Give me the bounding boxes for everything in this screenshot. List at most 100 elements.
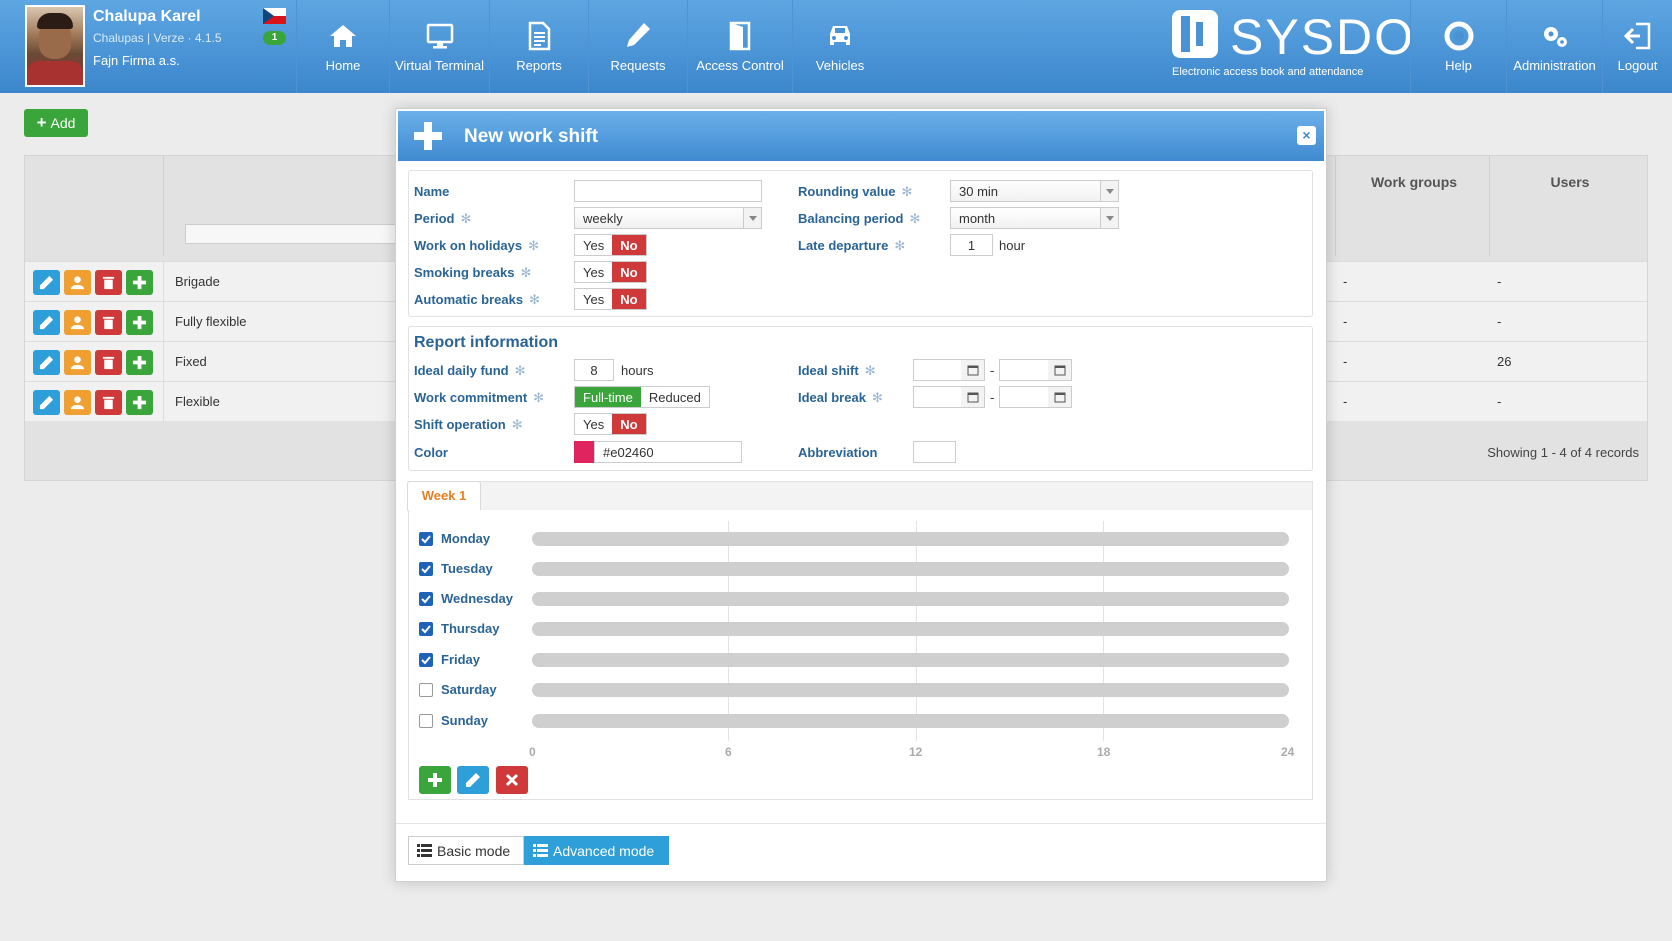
row-work-groups: - bbox=[1343, 314, 1348, 329]
ideal-shift-to-input[interactable] bbox=[999, 359, 1050, 381]
day-saturday[interactable]: Saturday bbox=[419, 682, 497, 697]
nav-help[interactable]: Help bbox=[1410, 0, 1506, 93]
nav-administration-label: Administration bbox=[1513, 58, 1596, 73]
add-sub-button[interactable] bbox=[126, 270, 153, 295]
add-sub-button[interactable] bbox=[126, 310, 153, 335]
rounding-value-select[interactable]: 30 min bbox=[950, 180, 1119, 202]
checkbox[interactable] bbox=[419, 591, 433, 606]
color-input[interactable]: #e02460 bbox=[594, 441, 742, 463]
day-wednesday[interactable]: Wednesday bbox=[419, 591, 513, 606]
timeline-bar[interactable] bbox=[532, 683, 1289, 697]
users-button[interactable] bbox=[64, 350, 91, 375]
delete-button[interactable] bbox=[95, 390, 122, 415]
timeline-bar[interactable] bbox=[532, 592, 1289, 606]
delete-button[interactable] bbox=[95, 350, 122, 375]
ideal-shift-from-input[interactable] bbox=[913, 359, 963, 381]
balancing-period-label: Balancing period ✻ bbox=[798, 211, 921, 226]
axis-tick: 24 bbox=[1281, 745, 1295, 759]
work-commitment-toggle[interactable]: Full-time Reduced bbox=[574, 386, 710, 408]
filter-input[interactable] bbox=[185, 224, 405, 244]
day-thursday[interactable]: Thursday bbox=[419, 621, 500, 636]
column-work-groups[interactable]: Work groups bbox=[1339, 174, 1489, 190]
timeline-bar[interactable] bbox=[532, 532, 1289, 546]
timeline-bar[interactable] bbox=[532, 562, 1289, 576]
edit-button[interactable] bbox=[33, 350, 60, 375]
tab-week-1[interactable]: Week 1 bbox=[407, 481, 481, 511]
add-interval-button[interactable] bbox=[419, 766, 451, 794]
czech-flag-icon[interactable] bbox=[263, 8, 286, 24]
edit-button[interactable] bbox=[33, 390, 60, 415]
day-friday[interactable]: Friday bbox=[419, 652, 480, 667]
checkbox[interactable] bbox=[419, 621, 433, 636]
nav-help-label: Help bbox=[1445, 58, 1472, 73]
avatar[interactable] bbox=[25, 5, 85, 87]
pencil-icon bbox=[39, 275, 54, 290]
checkbox[interactable] bbox=[419, 652, 433, 667]
records-count: Showing 1 - 4 of 4 records bbox=[1487, 445, 1639, 460]
notification-badge[interactable]: 1 bbox=[263, 31, 286, 45]
period-select[interactable]: weekly bbox=[574, 207, 762, 229]
calendar-icon[interactable] bbox=[961, 386, 985, 408]
nav-home[interactable]: Home bbox=[296, 0, 389, 93]
users-button[interactable] bbox=[64, 390, 91, 415]
name-input[interactable] bbox=[574, 180, 762, 202]
plus-icon bbox=[132, 395, 147, 410]
nav-logout[interactable]: Logout bbox=[1602, 0, 1672, 93]
brand-logo: SYSDO Electronic access book and attenda… bbox=[1168, 8, 1413, 88]
pencil-icon bbox=[627, 23, 650, 47]
calendar-icon[interactable] bbox=[961, 359, 985, 381]
delete-interval-button[interactable] bbox=[496, 766, 528, 794]
day-monday[interactable]: Monday bbox=[419, 531, 490, 546]
timeline-bar[interactable] bbox=[532, 622, 1289, 636]
edit-button[interactable] bbox=[33, 270, 60, 295]
nav-virtual-terminal[interactable]: Virtual Terminal bbox=[389, 0, 489, 93]
row-users: - bbox=[1497, 274, 1502, 289]
nav-administration[interactable]: Administration bbox=[1506, 0, 1602, 93]
calendar-icon[interactable] bbox=[1048, 386, 1072, 408]
divider bbox=[396, 823, 1326, 824]
timeline-bar[interactable] bbox=[532, 653, 1289, 667]
delete-button[interactable] bbox=[95, 310, 122, 335]
add-sub-button[interactable] bbox=[126, 390, 153, 415]
color-swatch[interactable] bbox=[574, 441, 594, 463]
users-button[interactable] bbox=[64, 270, 91, 295]
nav-vehicles[interactable]: Vehicles bbox=[792, 0, 887, 93]
pencil-icon bbox=[466, 773, 480, 787]
delete-button[interactable] bbox=[95, 270, 122, 295]
shift-operation-toggle[interactable]: Yes No bbox=[574, 413, 647, 435]
day-tuesday[interactable]: Tuesday bbox=[419, 561, 493, 576]
nav-requests[interactable]: Requests bbox=[588, 0, 687, 93]
late-departure-input[interactable]: 1 bbox=[950, 234, 993, 256]
chevron-down-icon bbox=[743, 208, 761, 228]
automatic-breaks-label: Automatic breaks ✻ bbox=[414, 292, 540, 307]
column-users[interactable]: Users bbox=[1493, 174, 1647, 190]
nav-reports[interactable]: Reports bbox=[489, 0, 588, 93]
day-sunday[interactable]: Sunday bbox=[419, 713, 488, 728]
row-work-groups: - bbox=[1343, 394, 1348, 409]
dialog-header[interactable]: New work shift × bbox=[398, 111, 1324, 161]
add-sub-button[interactable] bbox=[126, 350, 153, 375]
advanced-mode-button[interactable]: Advanced mode bbox=[524, 836, 669, 865]
nav-access-control[interactable]: Access Control bbox=[687, 0, 792, 93]
close-icon[interactable]: × bbox=[1297, 126, 1316, 145]
checkbox[interactable] bbox=[419, 561, 433, 576]
calendar-icon[interactable] bbox=[1048, 359, 1072, 381]
users-button[interactable] bbox=[64, 310, 91, 335]
basic-mode-button[interactable]: Basic mode bbox=[408, 836, 524, 865]
ideal-break-to-input[interactable] bbox=[999, 386, 1050, 408]
checkbox[interactable] bbox=[419, 682, 433, 697]
ideal-daily-fund-input[interactable]: 8 bbox=[574, 359, 614, 381]
checkbox[interactable] bbox=[419, 531, 433, 546]
automatic-breaks-toggle[interactable]: Yes No bbox=[574, 288, 647, 310]
add-button[interactable]: + Add bbox=[24, 109, 88, 137]
edit-button[interactable] bbox=[33, 310, 60, 335]
range-dash: - bbox=[990, 363, 995, 378]
work-on-holidays-toggle[interactable]: Yes No bbox=[574, 234, 647, 256]
abbreviation-input[interactable] bbox=[913, 441, 956, 463]
checkbox[interactable] bbox=[419, 713, 433, 728]
ideal-break-from-input[interactable] bbox=[913, 386, 963, 408]
balancing-period-select[interactable]: month bbox=[950, 207, 1119, 229]
timeline-bar[interactable] bbox=[532, 714, 1289, 728]
edit-interval-button[interactable] bbox=[457, 766, 489, 794]
smoking-breaks-toggle[interactable]: Yes No bbox=[574, 261, 647, 283]
